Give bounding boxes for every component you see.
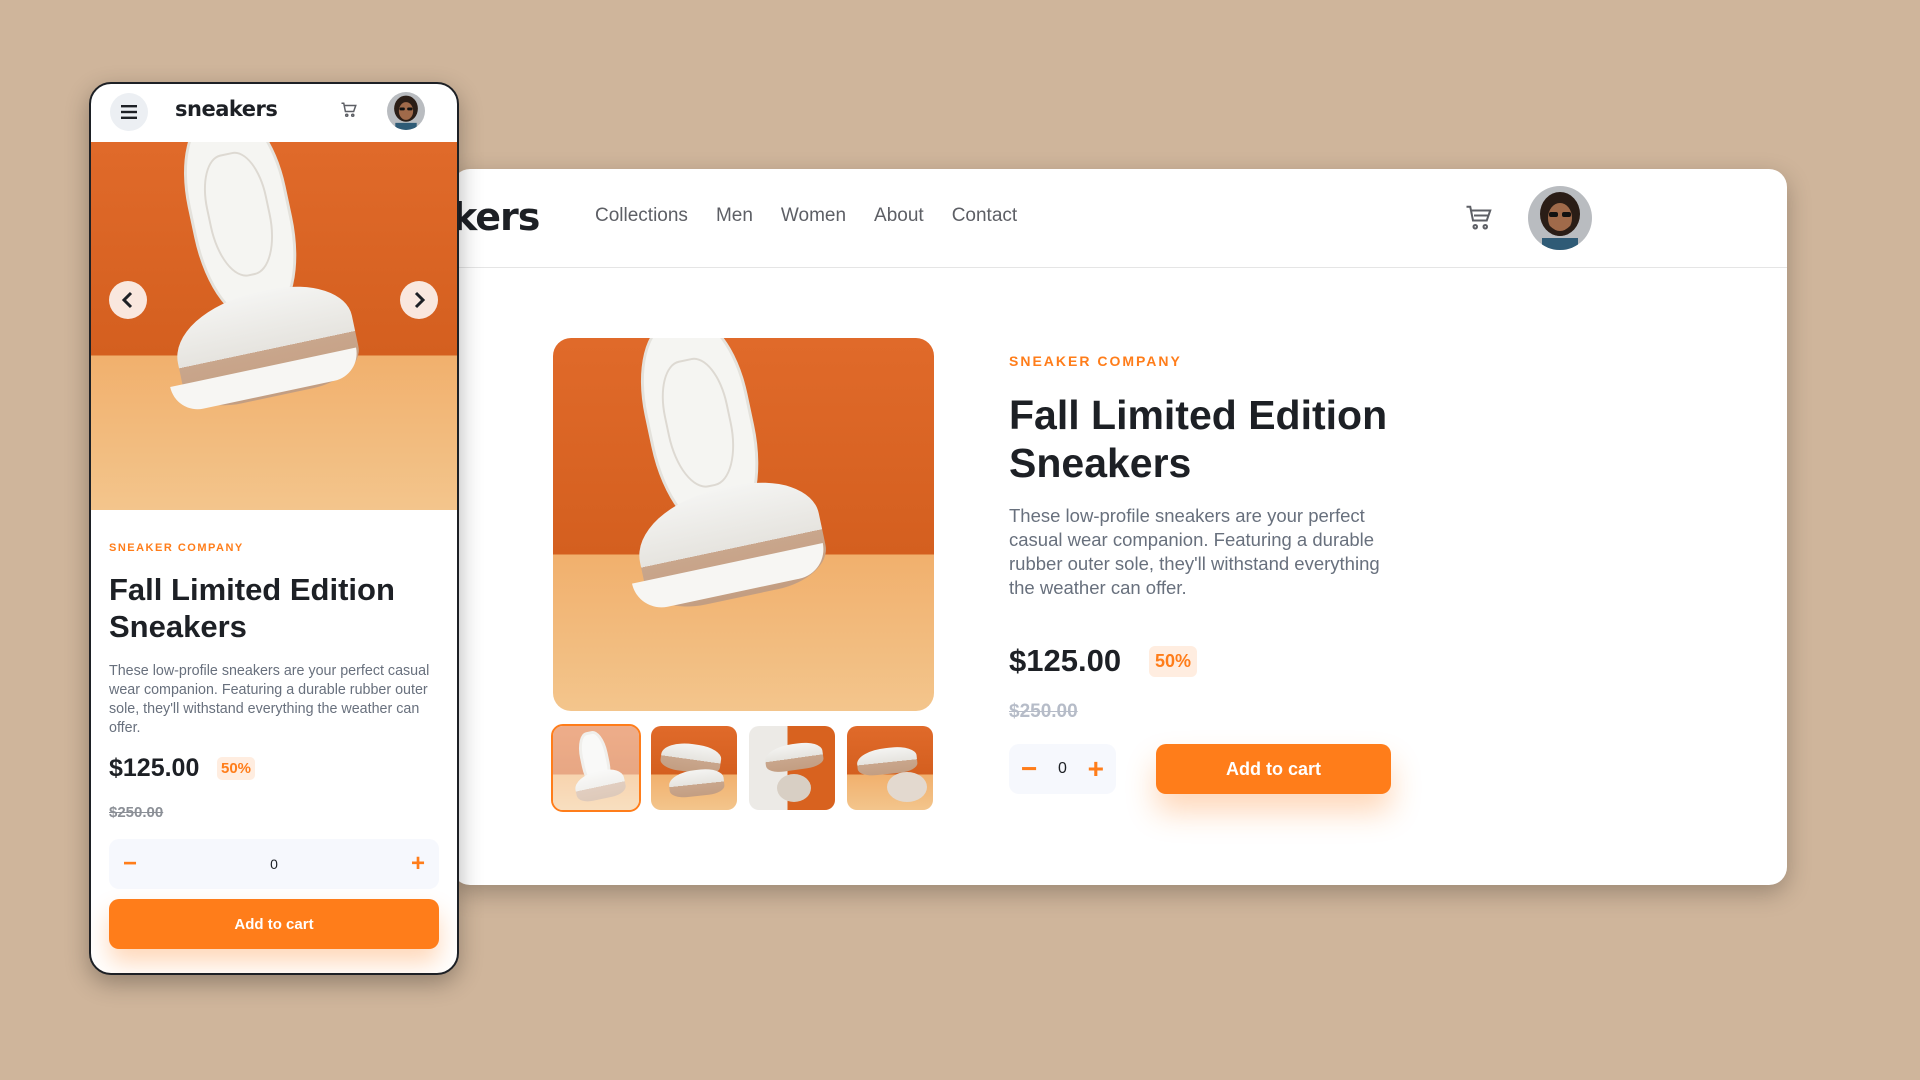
- product-description: These low-profile sneakers are your perf…: [1009, 505, 1380, 598]
- discount-badge: 50%: [1149, 646, 1198, 677]
- hamburger-icon[interactable]: [110, 93, 148, 131]
- nav-collections[interactable]: Collections: [595, 205, 688, 227]
- chevron-left-icon[interactable]: [109, 281, 147, 319]
- product-title: Fall Limited Edition Sneakers: [1009, 392, 1388, 486]
- thumbnail-2[interactable]: [651, 726, 737, 810]
- decrement-button[interactable]: −: [1021, 755, 1037, 783]
- nav-men[interactable]: Men: [716, 205, 753, 227]
- product-hero-image[interactable]: [91, 142, 457, 510]
- increment-button[interactable]: +: [411, 852, 425, 876]
- add-to-cart-button[interactable]: Add to cart: [109, 899, 439, 949]
- decrement-button[interactable]: −: [123, 852, 137, 876]
- desktop-header: kers Collections Men Women About Contact: [452, 169, 1787, 268]
- thumbnail-4[interactable]: [847, 726, 933, 810]
- quantity-value: 0: [270, 856, 278, 872]
- thumbnail-list: [551, 724, 933, 812]
- nav-women[interactable]: Women: [781, 205, 846, 227]
- quantity-stepper: − 0 +: [109, 839, 439, 889]
- avatar[interactable]: [387, 92, 425, 130]
- avatar[interactable]: [1528, 186, 1592, 250]
- price: $125.00: [109, 754, 200, 782]
- desktop-window: kers Collections Men Women About Contact: [452, 169, 1787, 885]
- company-label: SNEAKER COMPANY: [1009, 353, 1182, 369]
- product-main-image[interactable]: [553, 338, 934, 711]
- company-label: SNEAKER COMPANY: [109, 542, 244, 554]
- discount-badge: 50%: [217, 757, 256, 780]
- mobile-window: sneakers SNEAKER COMPANY Fall Limited Ed…: [89, 82, 459, 975]
- desktop-nav: Collections Men Women About Contact: [595, 205, 1017, 227]
- increment-button[interactable]: +: [1088, 755, 1104, 783]
- thumbnail-3[interactable]: [749, 726, 835, 810]
- nav-contact[interactable]: Contact: [952, 205, 1017, 227]
- mobile-header: sneakers: [91, 84, 457, 142]
- add-to-cart-button[interactable]: Add to cart: [1156, 744, 1391, 794]
- cart-icon[interactable]: [340, 101, 358, 119]
- quantity-stepper: − 0 +: [1009, 744, 1116, 794]
- price: $125.00: [1009, 643, 1122, 678]
- quantity-value: 0: [1058, 760, 1067, 777]
- chevron-right-icon[interactable]: [400, 281, 438, 319]
- product-description: These low-profile sneakers are your perf…: [109, 663, 430, 736]
- desktop-logo[interactable]: kers: [452, 195, 540, 239]
- nav-about[interactable]: About: [874, 205, 924, 227]
- mobile-logo[interactable]: sneakers: [175, 97, 278, 121]
- old-price: $250.00: [1009, 701, 1078, 722]
- thumbnail-1[interactable]: [551, 724, 641, 812]
- cart-icon[interactable]: [1464, 203, 1494, 233]
- old-price: $250.00: [109, 804, 164, 821]
- product-title: Fall Limited Edition Sneakers: [109, 572, 395, 644]
